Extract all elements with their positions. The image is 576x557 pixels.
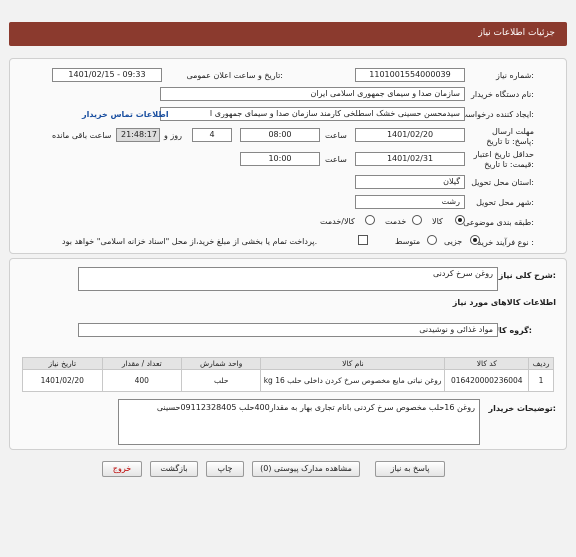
cell-item-code: 016420000236004	[444, 369, 530, 392]
category-goods-service-radio[interactable]	[365, 215, 375, 225]
deadline-label: مهلت ارسال پاسخ: تا تاریخ:	[486, 127, 534, 146]
col-item-name: نام کالا	[260, 357, 446, 370]
print-button[interactable]: چاپ	[206, 461, 244, 477]
category-service-label: خدمت	[385, 217, 407, 226]
need-number-label: شماره نیاز:	[495, 71, 534, 80]
remaining-time-label: ساعت باقی مانده	[52, 131, 112, 140]
requester-label: ایجاد کننده درخواست:	[460, 110, 534, 119]
page-title: جزئیات اطلاعات نیاز	[478, 28, 555, 38]
goods-table-header: ردیف کد کالا نام کالا واحد شمارش تعداد /…	[22, 357, 554, 370]
goods-info-title: اطلاعات کالاهای مورد نیاز	[452, 298, 556, 307]
treasury-payment-note: پرداخت تمام یا بخشی از مبلغ خرید،از محل …	[62, 237, 318, 246]
price-validity-time-field: 10:00	[240, 152, 320, 166]
col-need-date: تاریخ نیاز	[22, 357, 103, 370]
buyer-contact-link[interactable]: اطلاعات تماس خریدار	[82, 110, 169, 119]
col-item-code: کد کالا	[444, 357, 530, 370]
goods-group-field: مواد غذائی و نوشیدنی	[78, 323, 498, 337]
treasury-payment-checkbox[interactable]	[358, 235, 368, 245]
remaining-days-label: روز و	[164, 131, 182, 140]
table-row: 1 016420000236004 روغن نباتی مایع مخصوص …	[22, 369, 554, 392]
remaining-time-field: 21:48:17	[116, 128, 160, 142]
buyer-notes-field: روغن 16حلب مخصوص سرخ کردنی بانام تجاری ب…	[118, 399, 480, 445]
city-field: رشت	[355, 195, 465, 209]
category-service-radio[interactable]	[412, 215, 422, 225]
buyer-org-label: نام دستگاه خریدار:	[470, 90, 534, 99]
cell-item-name: روغن نباتی مایع مخصوص سرخ کردن داخلی حلب…	[260, 369, 446, 392]
cell-need-date: 1401/02/20	[22, 369, 103, 392]
announce-datetime-label: تاریخ و ساعت اعلان عمومی:	[186, 71, 283, 80]
process-type-label: نوع فرآیند خرید :	[477, 238, 534, 247]
requester-field: سیدمحسن حسینی خشک اسطلخی کارمند سازمان ص…	[160, 107, 465, 121]
deadline-date-field: 1401/02/20	[355, 128, 465, 142]
view-attachments-button[interactable]: مشاهده مدارک پیوستی (0)	[252, 461, 360, 477]
process-minor-radio[interactable]	[470, 235, 480, 245]
category-label: طبقه بندی موضوعی:	[463, 218, 534, 227]
general-description-label: شرح کلی نیاز:	[498, 271, 556, 280]
need-number-field: 1101001554000039	[355, 68, 465, 82]
col-unit: واحد شمارش	[180, 357, 262, 370]
price-validity-time-label: ساعت	[325, 155, 347, 164]
category-goods-service-label: کالا/خدمت	[320, 217, 355, 226]
buyer-notes-label: توضیحات خریدار:	[488, 404, 556, 413]
process-minor-label: جزیی	[444, 237, 463, 246]
back-button[interactable]: بازگشت	[150, 461, 198, 477]
reply-button[interactable]: پاسخ به نیاز	[375, 461, 445, 477]
price-validity-date-field: 1401/02/31	[355, 152, 465, 166]
cell-row-no: 1	[528, 369, 554, 392]
province-field: گیلان	[355, 175, 465, 189]
announce-datetime-field: 1401/02/15 - 09:33	[52, 68, 162, 82]
col-row-no: ردیف	[528, 357, 554, 370]
cell-quantity: 400	[101, 369, 182, 392]
price-validity-label: حداقل تاریخ اعتبار قیمت: تا تاریخ:	[473, 150, 534, 169]
deadline-time-field: 08:00	[240, 128, 320, 142]
page-header: جزئیات اطلاعات نیاز	[9, 22, 567, 46]
exit-button[interactable]: خروج	[102, 461, 142, 477]
category-goods-label: کالا	[432, 217, 443, 226]
goods-table: ردیف کد کالا نام کالا واحد شمارش تعداد /…	[22, 357, 554, 392]
cell-unit: حلب	[180, 369, 262, 392]
col-quantity: تعداد / مقدار	[101, 357, 182, 370]
process-medium-label: متوسط	[395, 237, 421, 246]
remaining-days-field: 4	[192, 128, 232, 142]
goods-group-label: گروه کالا:	[493, 326, 532, 335]
deadline-time-label: ساعت	[325, 131, 347, 140]
province-label: استان محل تحویل:	[471, 178, 534, 187]
process-medium-radio[interactable]	[427, 235, 437, 245]
city-label: شهر محل تحویل:	[476, 198, 534, 207]
buyer-org-field: سازمان صدا و سیمای جمهوری اسلامی ایران	[160, 87, 465, 101]
category-goods-radio[interactable]	[455, 215, 465, 225]
general-description-field: روغن سرخ کردنی	[78, 267, 498, 291]
